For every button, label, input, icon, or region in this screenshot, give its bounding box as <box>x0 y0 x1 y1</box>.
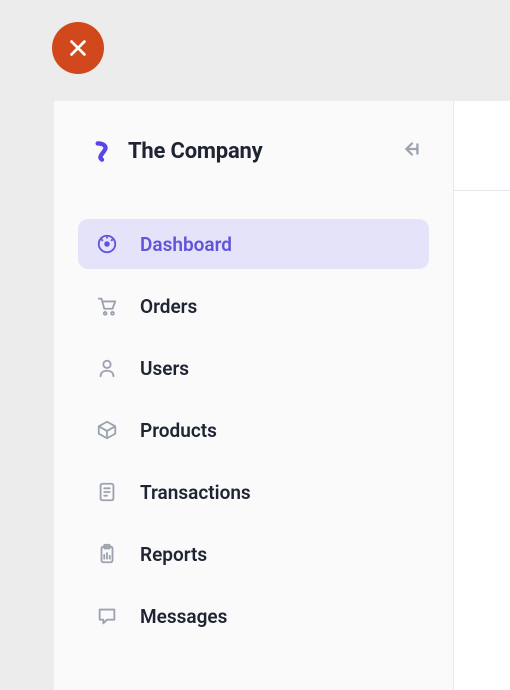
sidebar-item-messages[interactable]: Messages <box>78 591 429 641</box>
sidebar-item-dashboard[interactable]: Dashboard <box>78 219 429 269</box>
close-icon <box>67 37 89 59</box>
user-icon <box>96 357 118 379</box>
sidebar-item-users[interactable]: Users <box>78 343 429 393</box>
brand-row: The Company <box>54 137 453 165</box>
sidebar-item-orders[interactable]: Orders <box>78 281 429 331</box>
sidebar: The Company Dashboard <box>54 101 454 690</box>
sidebar-item-products[interactable]: Products <box>78 405 429 455</box>
receipt-icon <box>96 481 118 503</box>
app-panel: The Company Dashboard <box>54 101 510 690</box>
sidebar-item-label: Dashboard <box>140 233 232 256</box>
sidebar-item-label: Reports <box>140 543 207 566</box>
sidebar-item-label: Products <box>140 419 217 442</box>
clipboard-icon <box>96 543 118 565</box>
sidebar-item-label: Users <box>140 357 189 380</box>
box-icon <box>96 419 118 441</box>
sidebar-item-transactions[interactable]: Transactions <box>78 467 429 517</box>
sidebar-item-label: Orders <box>140 295 197 318</box>
sidebar-nav: Dashboard Orders Users <box>54 219 453 641</box>
brand-logo-icon <box>88 137 116 165</box>
message-icon <box>96 605 118 627</box>
brand-name: The Company <box>128 139 397 164</box>
sidebar-item-label: Messages <box>140 605 227 628</box>
collapse-icon <box>400 138 422 164</box>
topbar-separator <box>454 190 510 191</box>
collapse-sidebar-button[interactable] <box>397 137 425 165</box>
sidebar-item-label: Transactions <box>140 481 251 504</box>
close-button[interactable] <box>52 22 104 74</box>
cart-icon <box>96 295 118 317</box>
dashboard-icon <box>96 233 118 255</box>
sidebar-item-reports[interactable]: Reports <box>78 529 429 579</box>
